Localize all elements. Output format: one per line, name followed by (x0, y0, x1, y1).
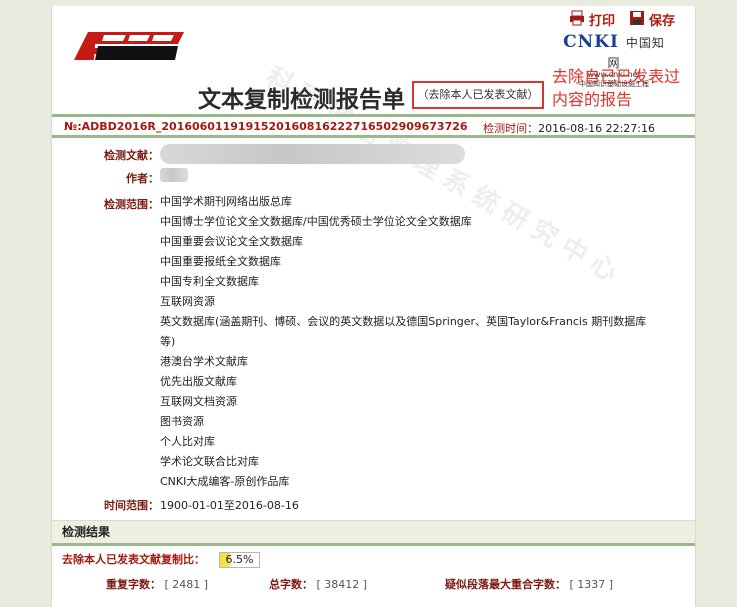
scope-item: 图书资源 (160, 415, 204, 428)
author-label: 作者： (126, 172, 159, 185)
author-redacted (160, 168, 188, 185)
scope-label: 检测范围： (104, 198, 159, 211)
scope-list: 中国学术期刊网络出版总库 中国博士学位论文全文数据库/中国优秀硕士学位论文全文数… (160, 192, 685, 492)
total-count-value: [ 38412 ] (316, 578, 368, 591)
scope-item: 中国重要会议论文全文数据库 (160, 235, 303, 248)
scope-item: CNKI大成编客-原创作品库 (160, 475, 290, 488)
repeat-count-label: 重复字数： (106, 578, 161, 591)
scope-item: 中国博士学位论文全文数据库/中国优秀硕士学位论文全文数据库 (160, 215, 472, 228)
floppy-disk-icon (629, 10, 645, 29)
scope-item: 优先出版文献库 (160, 375, 237, 388)
doc-title-redacted (160, 144, 465, 167)
max-overlap-label: 疑似段落最大重合字数： (445, 578, 566, 591)
save-button[interactable]: 保存 (629, 10, 675, 29)
copy-ratio-label: 去除本人已发表文献复制比： (62, 553, 205, 566)
report-info-bar: №:ADBD2016R_2016060119191520160816222716… (52, 114, 695, 138)
scope-item: 中国专利全文数据库 (160, 275, 259, 288)
report-number: №:ADBD2016R_2016060119191520160816222716… (64, 120, 468, 133)
save-label: 保存 (648, 14, 675, 29)
print-label: 打印 (588, 14, 615, 29)
scope-item: 个人比对库 (160, 435, 215, 448)
report-subtitle: （去除本人已发表文献） (412, 81, 544, 109)
report-title: 文本复制检测报告单 (198, 87, 405, 113)
annotation-note: 去除自己已发表过内容的报告 (552, 67, 681, 109)
copy-ratio: 去除本人已发表文献复制比： 6.5% (62, 551, 261, 568)
amlc-logo (74, 32, 184, 60)
scope-item: 英文数据库(涵盖期刊、博硕、会议的英文数据以及德国Springer、英国Tayl… (160, 315, 647, 328)
scope-item: 港澳台学术文献库 (160, 355, 248, 368)
detection-time: 检测时间：2016-08-16 22:27:16 (483, 120, 655, 136)
copy-ratio-badge: 6.5% (218, 552, 261, 568)
total-count-label: 总字数： (269, 578, 313, 591)
printer-icon (569, 10, 585, 29)
scope-item: 中国重要报纸全文数据库 (160, 255, 281, 268)
scope-item: 等) (160, 335, 176, 348)
period-value: 1900-01-01至2016-08-16 (160, 499, 299, 512)
detection-time-label: 检测时间： (483, 122, 539, 135)
repeat-count-value: [ 2481 ] (164, 578, 209, 591)
scope-item: 互联网文档资源 (160, 395, 237, 408)
detection-time-value: 2016-08-16 22:27:16 (538, 122, 655, 135)
scope-item: 中国学术期刊网络出版总库 (160, 195, 292, 208)
print-button[interactable]: 打印 (569, 10, 615, 29)
scope-item: 学术论文联合比对库 (160, 455, 259, 468)
toolbar: 打印 保存 (569, 10, 675, 29)
max-overlap-value: [ 1337 ] (569, 578, 614, 591)
report-page: 打印 保存 CNKI 中国知网 www.cnki.net 中国知识基础设施工程 … (51, 6, 696, 607)
scope-item: 互联网资源 (160, 295, 215, 308)
doc-label: 检测文献： (104, 149, 159, 162)
cnki-brand: CNKI (563, 32, 619, 52)
results-header: 检测结果 (52, 520, 695, 546)
period-label: 时间范围： (104, 499, 159, 512)
